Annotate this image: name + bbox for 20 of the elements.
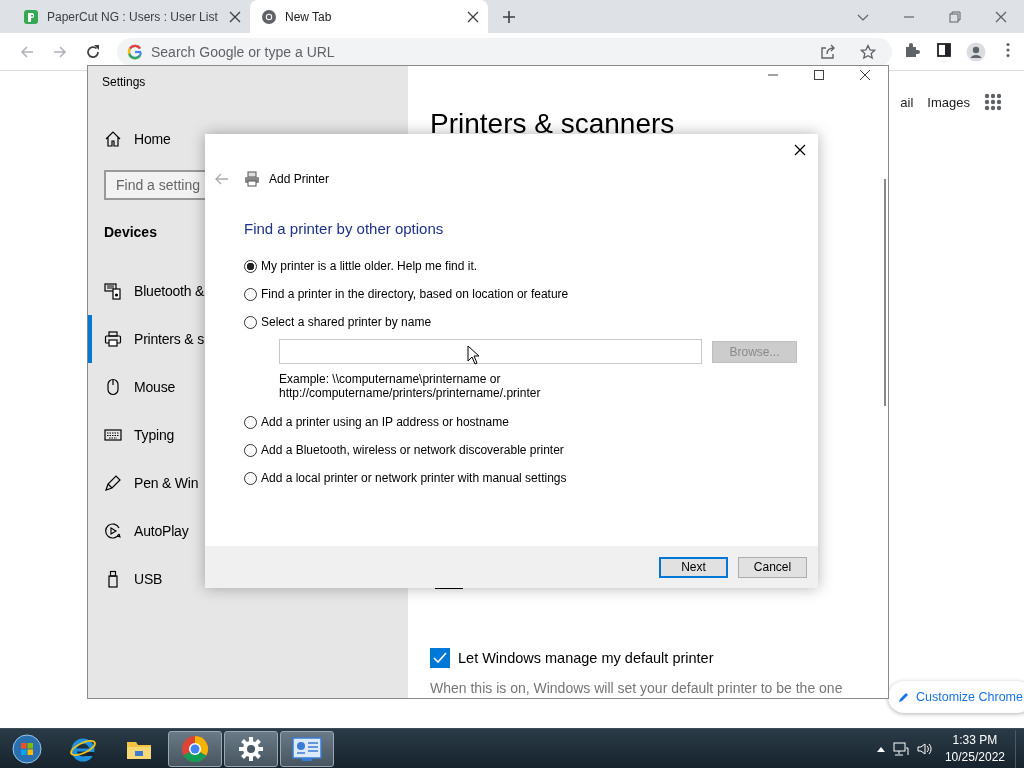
clock-date: 10/25/2022	[944, 748, 1005, 766]
nav-label: Typing	[134, 427, 175, 443]
page-heading: Printers & scanners	[430, 107, 676, 141]
example-text: Example: \\computername\printername or http://computername/printers/printername/.printer	[279, 372, 542, 400]
clock-time: 1:33 PM	[952, 731, 998, 749]
nav-label: USB	[134, 571, 163, 587]
address-placeholder: Search Google or type a URL	[151, 43, 336, 60]
nav-label: Printers & s	[134, 331, 204, 347]
tab-title: PaperCut NG : Users : User List	[47, 9, 219, 24]
description-text: When this is on, Windows will set your default printer to be the one	[430, 679, 844, 698]
tab-title: New Tab	[285, 9, 333, 24]
dialog-heading: Find a printer by other options	[244, 219, 445, 239]
section-heading: Devices	[104, 223, 157, 242]
checkbox-label: Let Windows manage my default printer	[458, 650, 714, 666]
nav-label: Home	[134, 131, 171, 147]
nav-label: Pen & Win	[134, 475, 199, 491]
nav-label: Bluetooth &	[134, 283, 205, 299]
window-title: Settings	[101, 74, 147, 91]
nav-label: AutoPlay	[134, 523, 189, 539]
nav-label: Mouse	[134, 379, 176, 395]
